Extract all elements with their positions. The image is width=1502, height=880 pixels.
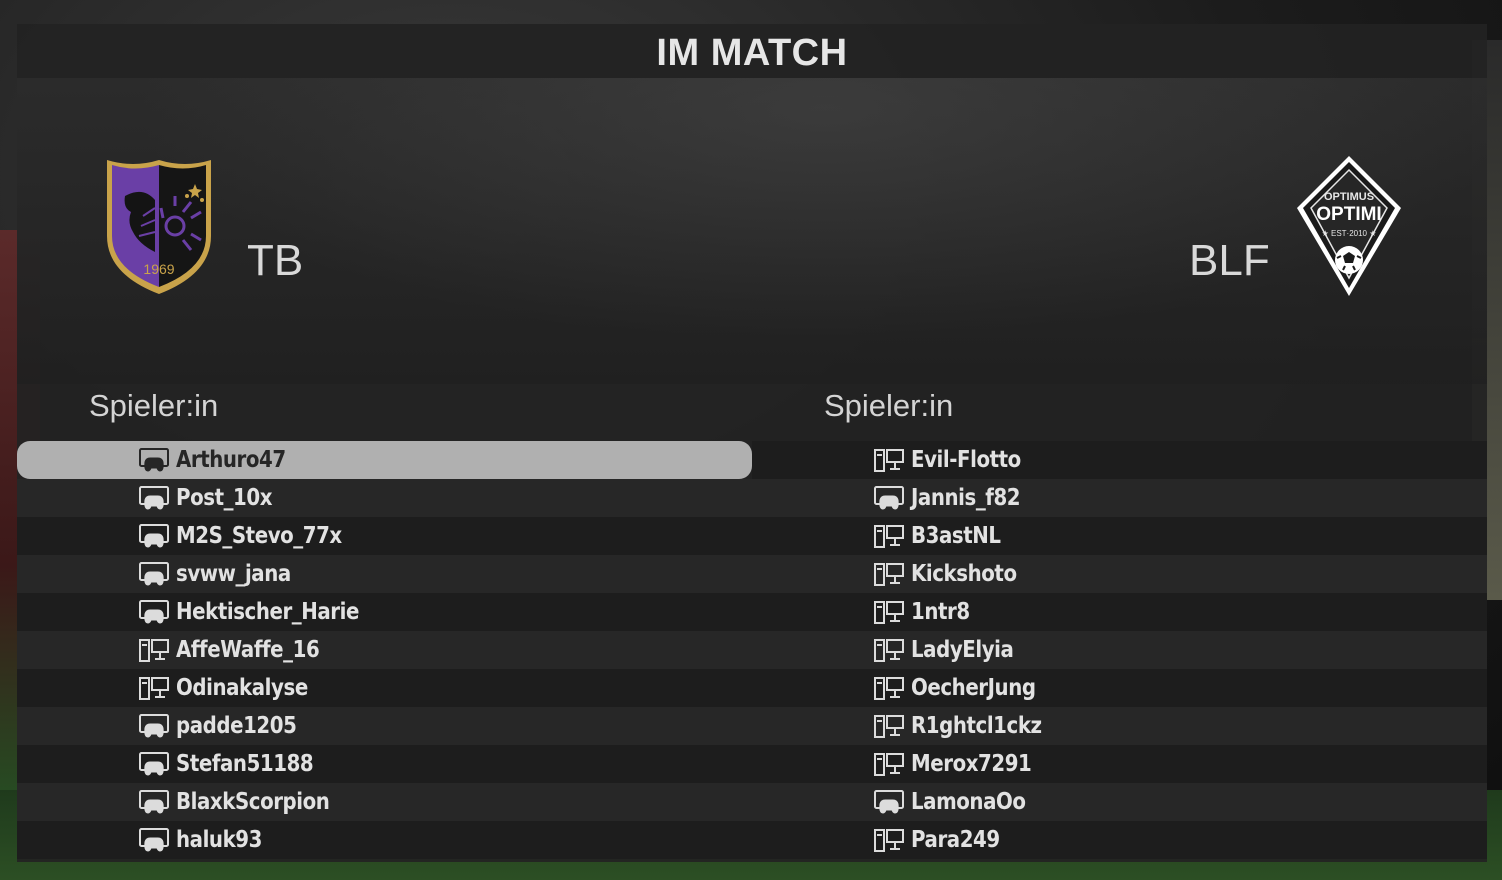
pc-icon xyxy=(873,675,905,701)
pc-icon xyxy=(873,751,905,777)
away-player-row[interactable]: LamonaOo xyxy=(752,783,1487,821)
console-icon xyxy=(138,523,170,549)
player-name: Post_10x xyxy=(176,485,273,511)
player-name: Para249 xyxy=(911,827,1000,853)
home-player-row[interactable]: AffeWaffe_16 xyxy=(17,631,752,669)
home-player-row[interactable]: BlaxkScorpion xyxy=(17,783,752,821)
away-player-row[interactable]: LadyElyia xyxy=(752,631,1487,669)
console-icon xyxy=(138,713,170,739)
pc-icon xyxy=(138,637,170,663)
home-player-row[interactable]: haluk93 xyxy=(17,821,752,859)
pc-icon xyxy=(873,637,905,663)
away-crest-est-text: ★ EST·2010 ★ xyxy=(1322,229,1377,238)
home-team-abbreviation: TB xyxy=(247,236,304,285)
player-name: LamonaOo xyxy=(911,789,1026,815)
console-icon xyxy=(873,789,905,815)
pc-icon xyxy=(873,561,905,587)
player-name: AffeWaffe_16 xyxy=(176,637,320,663)
player-name: B3astNL xyxy=(911,523,1001,549)
player-name: Odinakalyse xyxy=(176,675,308,701)
pc-icon xyxy=(873,713,905,739)
away-team-crest: OPTIMUS OPTIMI ★ EST·2010 ★ xyxy=(1297,156,1401,296)
away-player-row[interactable]: OecherJung xyxy=(752,669,1487,707)
home-player-row[interactable]: Stefan51188 xyxy=(17,745,752,783)
player-name: 1ntr8 xyxy=(911,599,970,625)
player-name: Arthuro47 xyxy=(176,447,286,473)
player-name: padde1205 xyxy=(176,713,297,739)
player-name: Stefan51188 xyxy=(176,751,314,777)
home-player-row[interactable]: Arthuro47 xyxy=(17,441,752,479)
player-name: Kickshoto xyxy=(911,561,1017,587)
pc-icon xyxy=(873,599,905,625)
player-name: svww_jana xyxy=(176,561,291,587)
pc-icon xyxy=(873,523,905,549)
console-icon xyxy=(138,485,170,511)
away-player-row[interactable]: Jannis_f82 xyxy=(752,479,1487,517)
home-player-row[interactable]: M2S_Stevo_77x xyxy=(17,517,752,555)
away-player-row[interactable]: R1ghtcl1ckz xyxy=(752,707,1487,745)
teams-header xyxy=(17,78,1487,384)
player-name: haluk93 xyxy=(176,827,262,853)
away-player-row[interactable]: Para249 xyxy=(752,821,1487,859)
home-crest-year: 1969 xyxy=(143,261,174,277)
away-player-list: Evil-Flotto Jannis_f82 B3astNL Kickshoto 1nt… xyxy=(752,441,1487,859)
console-icon xyxy=(138,827,170,853)
console-icon xyxy=(873,485,905,511)
player-name: Evil-Flotto xyxy=(911,447,1021,473)
player-name: LadyElyia xyxy=(911,637,1014,663)
home-player-row[interactable]: Post_10x xyxy=(17,479,752,517)
away-player-row[interactable]: Merox7291 xyxy=(752,745,1487,783)
away-player-row[interactable]: Evil-Flotto xyxy=(752,441,1487,479)
player-name: M2S_Stevo_77x xyxy=(176,523,342,549)
home-player-row[interactable]: Hektischer_Harie xyxy=(17,593,752,631)
player-name: R1ghtcl1ckz xyxy=(911,713,1042,739)
home-player-row[interactable]: svww_jana xyxy=(17,555,752,593)
away-player-row[interactable]: 1ntr8 xyxy=(752,593,1487,631)
away-column-header: Spieler:in xyxy=(824,388,954,423)
console-icon xyxy=(138,447,170,473)
home-player-list: Arthuro47 Post_10x M2S_Stevo_77x svww_jana H… xyxy=(17,441,752,859)
away-crest-main-text: OPTIMI xyxy=(1316,204,1381,225)
console-icon xyxy=(138,789,170,815)
home-column-header: Spieler:in xyxy=(89,388,219,423)
player-name: Jannis_f82 xyxy=(911,485,1021,511)
pc-icon xyxy=(873,447,905,473)
player-name: OecherJung xyxy=(911,675,1036,701)
away-player-row[interactable]: Kickshoto xyxy=(752,555,1487,593)
player-name: Hektischer_Harie xyxy=(176,599,359,625)
pc-icon xyxy=(873,827,905,853)
page-title: IM MATCH xyxy=(656,32,848,74)
pc-icon xyxy=(138,675,170,701)
home-player-row[interactable]: padde1205 xyxy=(17,707,752,745)
console-icon xyxy=(138,561,170,587)
console-icon xyxy=(138,751,170,777)
home-team-crest: 1969 xyxy=(107,160,211,294)
home-player-row[interactable]: Odinakalyse xyxy=(17,669,752,707)
console-icon xyxy=(138,599,170,625)
away-crest-top-text: OPTIMUS xyxy=(1324,191,1374,203)
match-lobby-panel: IM MATCH 1969 TB BLF OPTIMUS OPTIMI ★ ES… xyxy=(17,24,1487,862)
player-name: Merox7291 xyxy=(911,751,1032,777)
away-team-abbreviation: BLF xyxy=(1189,236,1270,285)
player-name: BlaxkScorpion xyxy=(176,789,330,815)
away-player-row[interactable]: B3astNL xyxy=(752,517,1487,555)
